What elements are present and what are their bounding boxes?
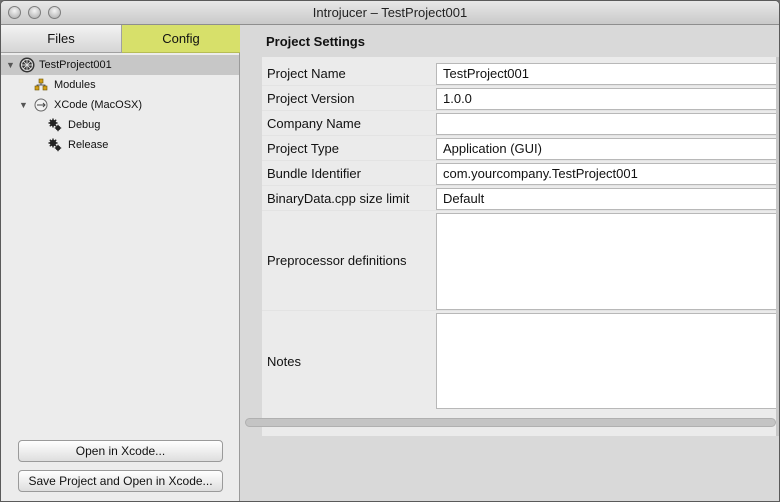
field-label: Company Name — [267, 116, 361, 131]
tree-item-modules[interactable]: Modules — [1, 75, 239, 95]
bundle-identifier-field[interactable]: com.yourcompany.TestProject001 — [436, 163, 779, 185]
tree-item-label: Debug — [68, 119, 101, 131]
settings-table: Project Name TestProject001 Project Vers… — [262, 57, 779, 436]
tab-files[interactable]: Files — [1, 25, 122, 53]
settings-row-bundle-identifier: Bundle Identifier com.yourcompany.TestPr… — [262, 161, 779, 186]
tree-item-project[interactable]: ▼ TestProject001 — [1, 55, 239, 75]
settings-row-notes: Notes — [262, 311, 779, 411]
field-label: BinaryData.cpp size limit — [267, 191, 410, 206]
project-type-select[interactable]: Application (GUI) — [436, 138, 779, 160]
sidebar: Files Config ▼ TestProject001 Modules ▼ … — [1, 25, 240, 501]
field-label: Preprocessor definitions — [267, 253, 407, 268]
tree-item-label: XCode (MacOSX) — [54, 99, 143, 111]
project-version-field[interactable]: 1.0.0 — [436, 88, 779, 110]
app-window: Introjucer – TestProject001 Files Config… — [0, 0, 780, 502]
binarydata-size-limit-select[interactable]: Default — [436, 188, 779, 210]
preprocessor-definitions-textarea[interactable] — [436, 213, 779, 310]
sidebar-tabs: Files Config — [1, 25, 240, 53]
vertical-scrollbar[interactable] — [776, 57, 779, 436]
save-and-open-in-xcode-button[interactable]: Save Project and Open in Xcode... — [18, 470, 223, 492]
window-title: Introjucer – TestProject001 — [312, 5, 468, 20]
disclosure-expanded-icon[interactable]: ▼ — [6, 55, 15, 75]
settings-row-company-name: Company Name — [262, 111, 779, 136]
juce-logo-icon — [19, 57, 35, 73]
settings-pane: Project Settings Project Name TestProjec… — [241, 25, 779, 501]
title-bar: Introjucer – TestProject001 — [1, 1, 779, 25]
settings-row-project-name: Project Name TestProject001 — [262, 61, 779, 86]
tree-item-config-debug[interactable]: Debug — [1, 115, 239, 135]
settings-row-project-type: Project Type Application (GUI) — [262, 136, 779, 161]
field-label: Project Type — [267, 141, 340, 156]
xcode-icon — [34, 98, 48, 112]
tree-item-label: TestProject001 — [39, 59, 112, 71]
modules-icon — [34, 78, 48, 91]
project-name-field[interactable]: TestProject001 — [436, 63, 779, 85]
field-label: Bundle Identifier — [267, 166, 361, 181]
field-label: Project Name — [267, 66, 346, 81]
settings-row-project-version: Project Version 1.0.0 — [262, 86, 779, 111]
company-name-field[interactable] — [436, 113, 779, 135]
tab-config[interactable]: Config — [122, 25, 240, 53]
tree-item-config-release[interactable]: Release — [1, 135, 239, 155]
settings-row-preprocessor: Preprocessor definitions — [262, 211, 779, 311]
gear-icon — [48, 118, 62, 132]
field-label: Notes — [267, 354, 301, 369]
notes-textarea[interactable] — [436, 313, 779, 409]
tree-item-exporter-xcode[interactable]: ▼ XCode (MacOSX) — [1, 95, 239, 115]
tree-item-label: Release — [68, 139, 109, 151]
settings-row-binarydata-limit: BinaryData.cpp size limit Default — [262, 186, 779, 211]
page-title: Project Settings — [266, 34, 365, 49]
tree-item-label: Modules — [54, 79, 96, 91]
horizontal-scrollbar[interactable] — [245, 418, 776, 427]
field-label: Project Version — [267, 91, 355, 106]
gear-icon — [48, 138, 62, 152]
disclosure-expanded-icon[interactable]: ▼ — [19, 95, 28, 115]
open-in-xcode-button[interactable]: Open in Xcode... — [18, 440, 223, 462]
